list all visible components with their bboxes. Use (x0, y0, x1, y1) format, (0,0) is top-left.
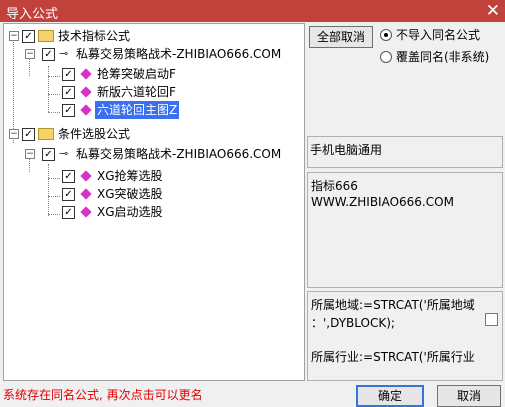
folder-icon (38, 30, 54, 42)
collapse-icon[interactable]: − (25, 49, 35, 59)
option-overwrite-same-label: 覆盖同名(非系统) (396, 50, 490, 64)
formula-icon (80, 104, 92, 116)
key-icon: ⊸ (59, 147, 69, 160)
tree-item[interactable]: ✓ XG抢筹选股 (4, 167, 302, 185)
formula-label: XG启动选股 (97, 205, 163, 219)
description-line-2: WWW.ZHIBIAO666.COM (311, 195, 454, 209)
checkbox-checked[interactable]: ✓ (62, 170, 75, 183)
description-panel: 指标666 WWW.ZHIBIAO666.COM (307, 172, 503, 288)
radio-no-import-same[interactable] (380, 29, 392, 41)
checkbox-checked[interactable]: ✓ (42, 148, 55, 161)
formula-icon (80, 68, 92, 80)
checkbox-checked[interactable]: ✓ (62, 188, 75, 201)
group-label: 技术指标公式 (58, 29, 131, 43)
checkbox-checked[interactable]: ✓ (22, 30, 35, 43)
cancel-all-button[interactable]: 全部取消 (309, 26, 373, 48)
close-icon[interactable]: ✕ (486, 0, 500, 22)
formula-icon (80, 170, 92, 182)
formula-label: 新版六道轮回F (97, 85, 176, 99)
code-checkbox[interactable] (485, 313, 498, 326)
radio-overwrite-same[interactable] (380, 51, 392, 63)
formula-icon (80, 206, 92, 218)
collapse-icon[interactable]: − (9, 129, 19, 139)
status-message: 系统存在同名公式, 再次点击可以更名 (3, 388, 203, 402)
window-title: 导入公式 (6, 7, 59, 22)
checkbox-checked[interactable]: ✓ (62, 86, 75, 99)
checkbox-checked[interactable]: ✓ (22, 128, 35, 141)
tree-item[interactable]: ✓ 抢筹突破启动F (4, 65, 302, 83)
code-line-3: 所属行业:=STRCAT('所属行业 (311, 350, 475, 364)
ok-button[interactable]: 确定 (356, 385, 424, 407)
formula-icon (80, 188, 92, 200)
code-line-2: ：',DYBLOCK); (311, 316, 395, 330)
option-no-import-same-label: 不导入同名公式 (396, 28, 481, 42)
description-line-1: 指标666 (311, 179, 358, 193)
key-icon: ⊸ (59, 47, 69, 60)
checkbox-checked[interactable]: ✓ (42, 48, 55, 61)
cancel-button[interactable]: 取消 (437, 385, 501, 407)
platform-panel: 手机电脑通用 (307, 136, 503, 168)
formula-tree[interactable]: − ✓ 技术指标公式 − ✓ ⊸ 私募交易策略战术-ZHIBIAO666.COM… (3, 23, 305, 381)
title-bar: 导入公式 ✕ (0, 0, 505, 22)
checkbox-checked[interactable]: ✓ (62, 104, 75, 117)
author-label: 私募交易策略战术-ZHIBIAO666.COM (76, 147, 282, 161)
folder-icon (38, 128, 54, 140)
code-panel: 所属地域:=STRCAT('所属地域 ：',DYBLOCK); 所属行业:=ST… (307, 291, 503, 381)
tree-item-selected[interactable]: ✓ 六道轮回主图Z (4, 101, 302, 119)
group-label: 条件选股公式 (58, 127, 131, 141)
formula-label: XG抢筹选股 (97, 169, 163, 183)
tree-group-2[interactable]: − ✓ 条件选股公式 (4, 125, 302, 143)
tree-item[interactable]: ✓ 新版六道轮回F (4, 83, 302, 101)
formula-label: 抢筹突破启动F (97, 67, 176, 81)
tree-author-2[interactable]: − ✓ ⊸ 私募交易策略战术-ZHIBIAO666.COM (4, 145, 302, 163)
collapse-icon[interactable]: − (9, 31, 19, 41)
tree-group-1[interactable]: − ✓ 技术指标公式 (4, 27, 302, 45)
author-label: 私募交易策略战术-ZHIBIAO666.COM (76, 47, 282, 61)
platform-text: 手机电脑通用 (310, 143, 383, 157)
formula-label: 六道轮回主图Z (95, 101, 180, 119)
tree-author-1[interactable]: − ✓ ⊸ 私募交易策略战术-ZHIBIAO666.COM (4, 45, 302, 63)
code-line-1: 所属地域:=STRCAT('所属地域 (311, 298, 475, 312)
tree-item[interactable]: ✓ XG突破选股 (4, 185, 302, 203)
formula-icon (80, 86, 92, 98)
collapse-icon[interactable]: − (25, 149, 35, 159)
formula-label: XG突破选股 (97, 187, 163, 201)
tree-item[interactable]: ✓ XG启动选股 (4, 203, 302, 221)
checkbox-checked[interactable]: ✓ (62, 68, 75, 81)
checkbox-checked[interactable]: ✓ (62, 206, 75, 219)
